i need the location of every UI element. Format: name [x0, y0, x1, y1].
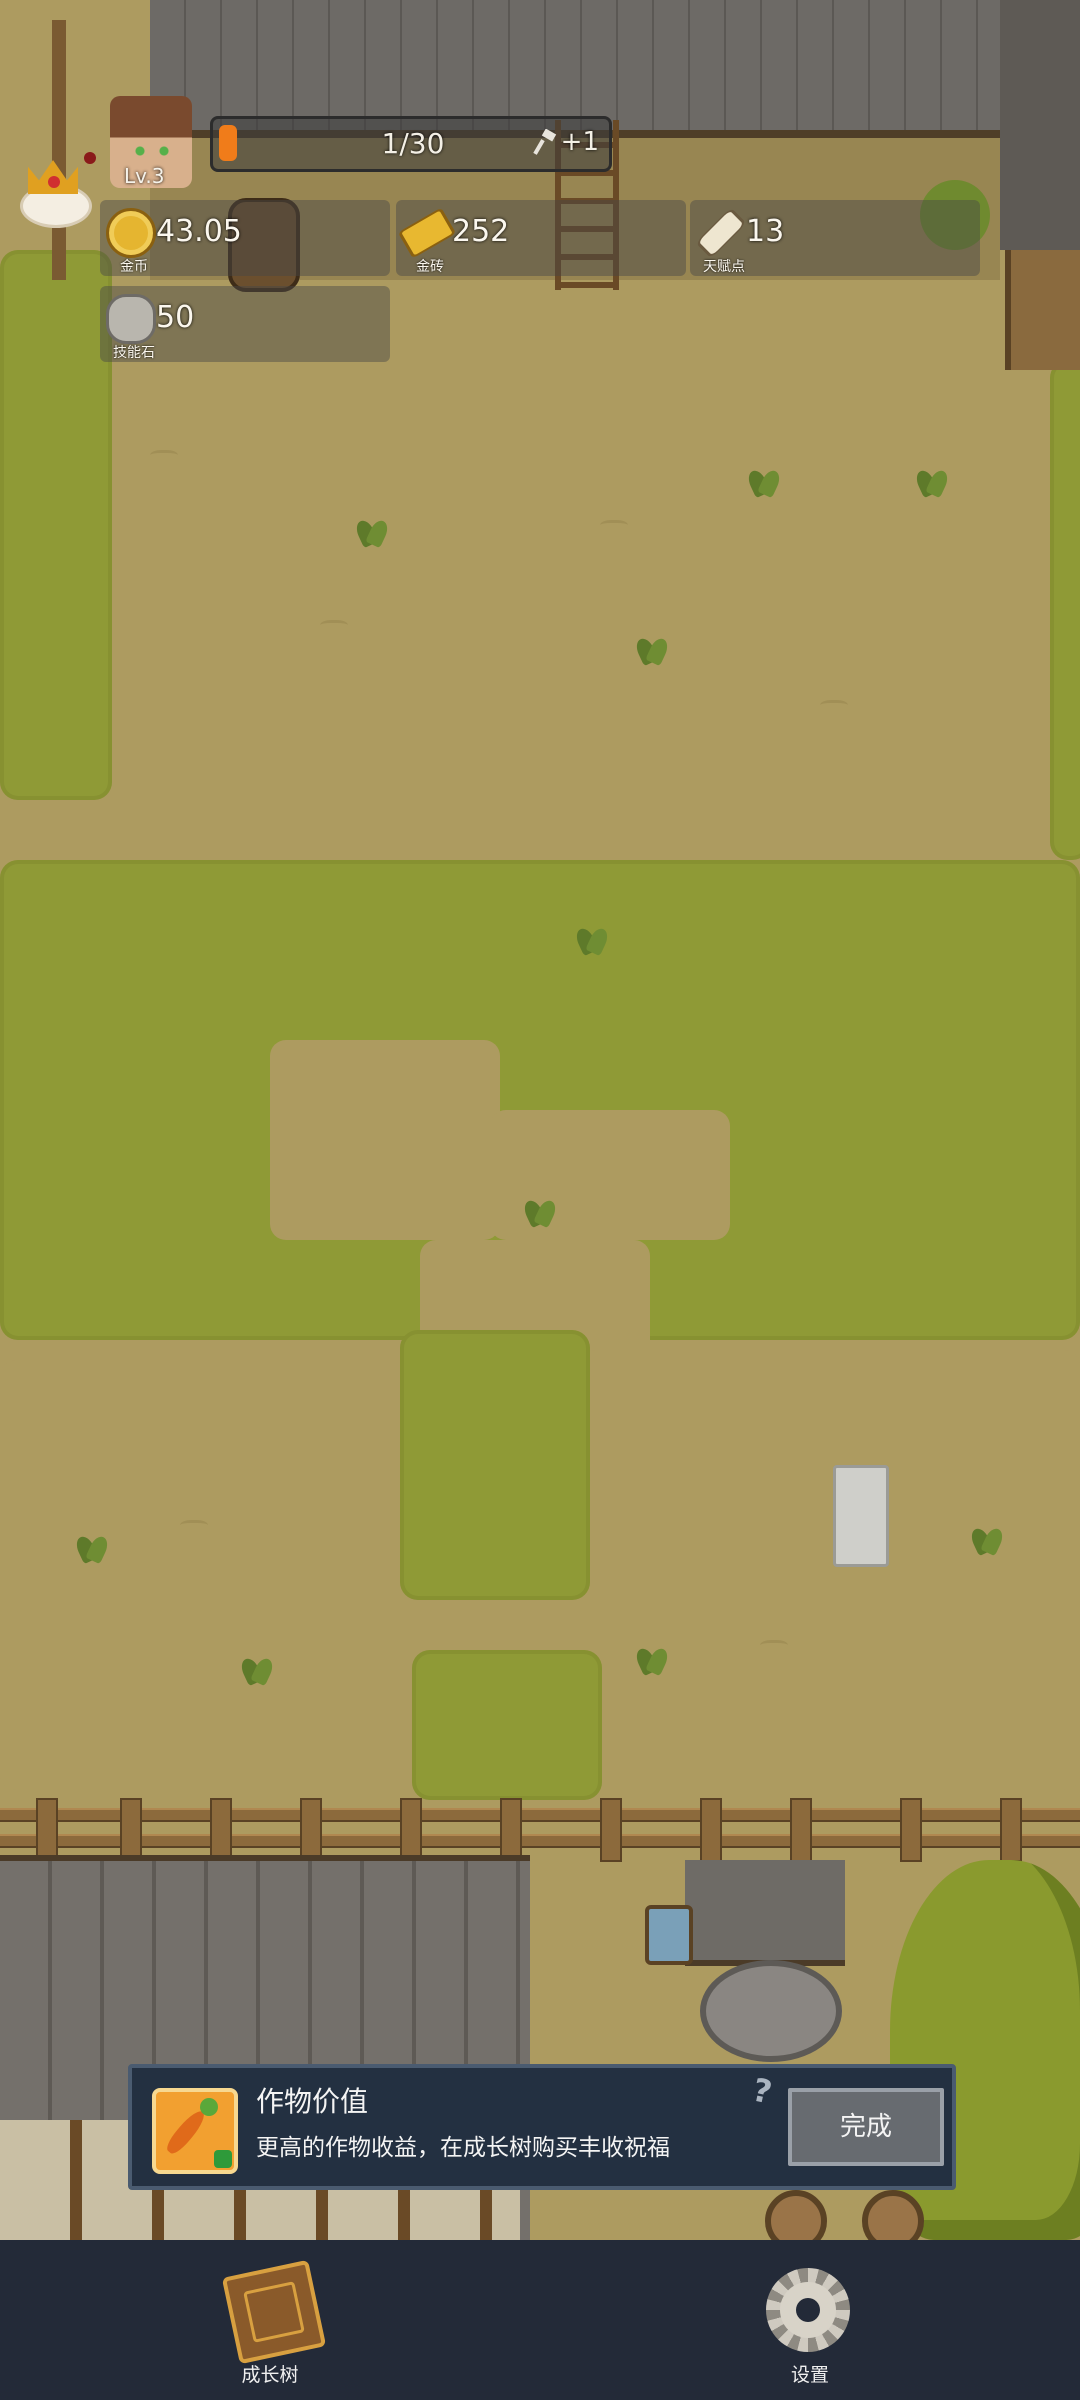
task-title: 作物价值	[256, 2085, 369, 2118]
task-panel: 作物价值 更高的作物收益，在成长树购买丰收祝福 ? 完成	[128, 2064, 956, 2190]
grass-lower-left-block	[400, 1330, 590, 1600]
skill-stone-icon	[106, 294, 156, 344]
carrot-icon	[152, 2088, 238, 2174]
crop-sprout[interactable]	[965, 1518, 1009, 1558]
bottom-nav: 成长树 设置	[0, 2240, 1080, 2400]
complete-button[interactable]: 完成	[788, 2088, 944, 2166]
hammer-icon	[533, 129, 557, 155]
ground-crack	[320, 620, 348, 633]
barn-wall	[1005, 250, 1080, 370]
well-roof	[685, 1860, 845, 1966]
crop-sprout[interactable]	[350, 510, 394, 550]
task-description: 更高的作物收益，在成长树购买丰收祝福	[256, 2135, 670, 2161]
help-icon[interactable]: ?	[740, 2069, 784, 2116]
gold-bar-icon	[397, 207, 457, 259]
nav-settings[interactable]: 设置	[740, 2264, 880, 2394]
nav-growth-tree[interactable]: 成长树	[200, 2259, 340, 2394]
grass-bottom-patch	[412, 1650, 602, 1800]
skill-stone-label: 技能石	[113, 345, 155, 361]
ground-crack	[600, 520, 628, 533]
resource-skill-stone[interactable]: 50 技能石	[100, 286, 390, 362]
crop-sprout[interactable]	[742, 460, 786, 500]
player-level: Lv.3	[124, 164, 165, 188]
crop-sprout[interactable]	[630, 628, 674, 668]
talent-points-label: 天赋点	[703, 259, 745, 275]
ground-crack	[150, 450, 178, 463]
crop-sprout[interactable]	[570, 918, 614, 958]
gold-bar-label: 金砖	[416, 259, 444, 275]
gold-coin-value: 43.05	[156, 214, 242, 249]
crop-sprout[interactable]	[518, 1190, 562, 1230]
crop-sprout[interactable]	[235, 1648, 279, 1688]
energy-bar[interactable]: 1/30 +1	[210, 116, 612, 172]
crop-sprout[interactable]	[910, 460, 954, 500]
resource-talent-points[interactable]: 13 天赋点	[690, 200, 980, 276]
energy-regen: +1	[560, 127, 599, 157]
nav-settings-label: 设置	[790, 2364, 829, 2386]
crop-sprout[interactable]	[630, 1638, 674, 1678]
ground-crack	[760, 1640, 788, 1653]
crop-sprout[interactable]	[70, 1526, 114, 1566]
barn-roof-right	[1000, 0, 1080, 250]
bucket	[645, 1905, 693, 1965]
resource-gold-bar[interactable]: 252 金砖	[396, 200, 686, 276]
gold-coin-icon	[106, 208, 156, 258]
talent-points-value: 13	[746, 214, 785, 249]
ground-crack	[180, 1520, 208, 1533]
dirt-lower-left	[0, 1360, 420, 1790]
stone-marker[interactable]	[833, 1465, 889, 1567]
grass-left-strip	[0, 250, 112, 800]
gear-icon	[766, 2268, 850, 2352]
well[interactable]	[700, 1960, 842, 2062]
crown-icon[interactable]	[20, 156, 92, 228]
nav-growth-tree-label: 成长树	[241, 2364, 299, 2386]
ground-crack	[820, 700, 848, 713]
dirt-notch-center	[270, 1040, 500, 1240]
skill-stone-value: 50	[156, 300, 195, 335]
dirt-lower-right	[580, 1350, 1080, 1790]
grass-right-strip	[1050, 360, 1080, 860]
gold-bar-value: 252	[452, 214, 510, 249]
gold-coin-label: 金币	[120, 259, 148, 275]
resource-gold-coin[interactable]: 43.05 金币	[100, 200, 390, 276]
talent-scroll-icon	[695, 207, 747, 259]
wooden-post	[52, 20, 66, 280]
book-icon	[221, 2259, 327, 2365]
wooden-fence	[0, 1798, 1080, 1862]
notification-dot	[84, 152, 96, 164]
